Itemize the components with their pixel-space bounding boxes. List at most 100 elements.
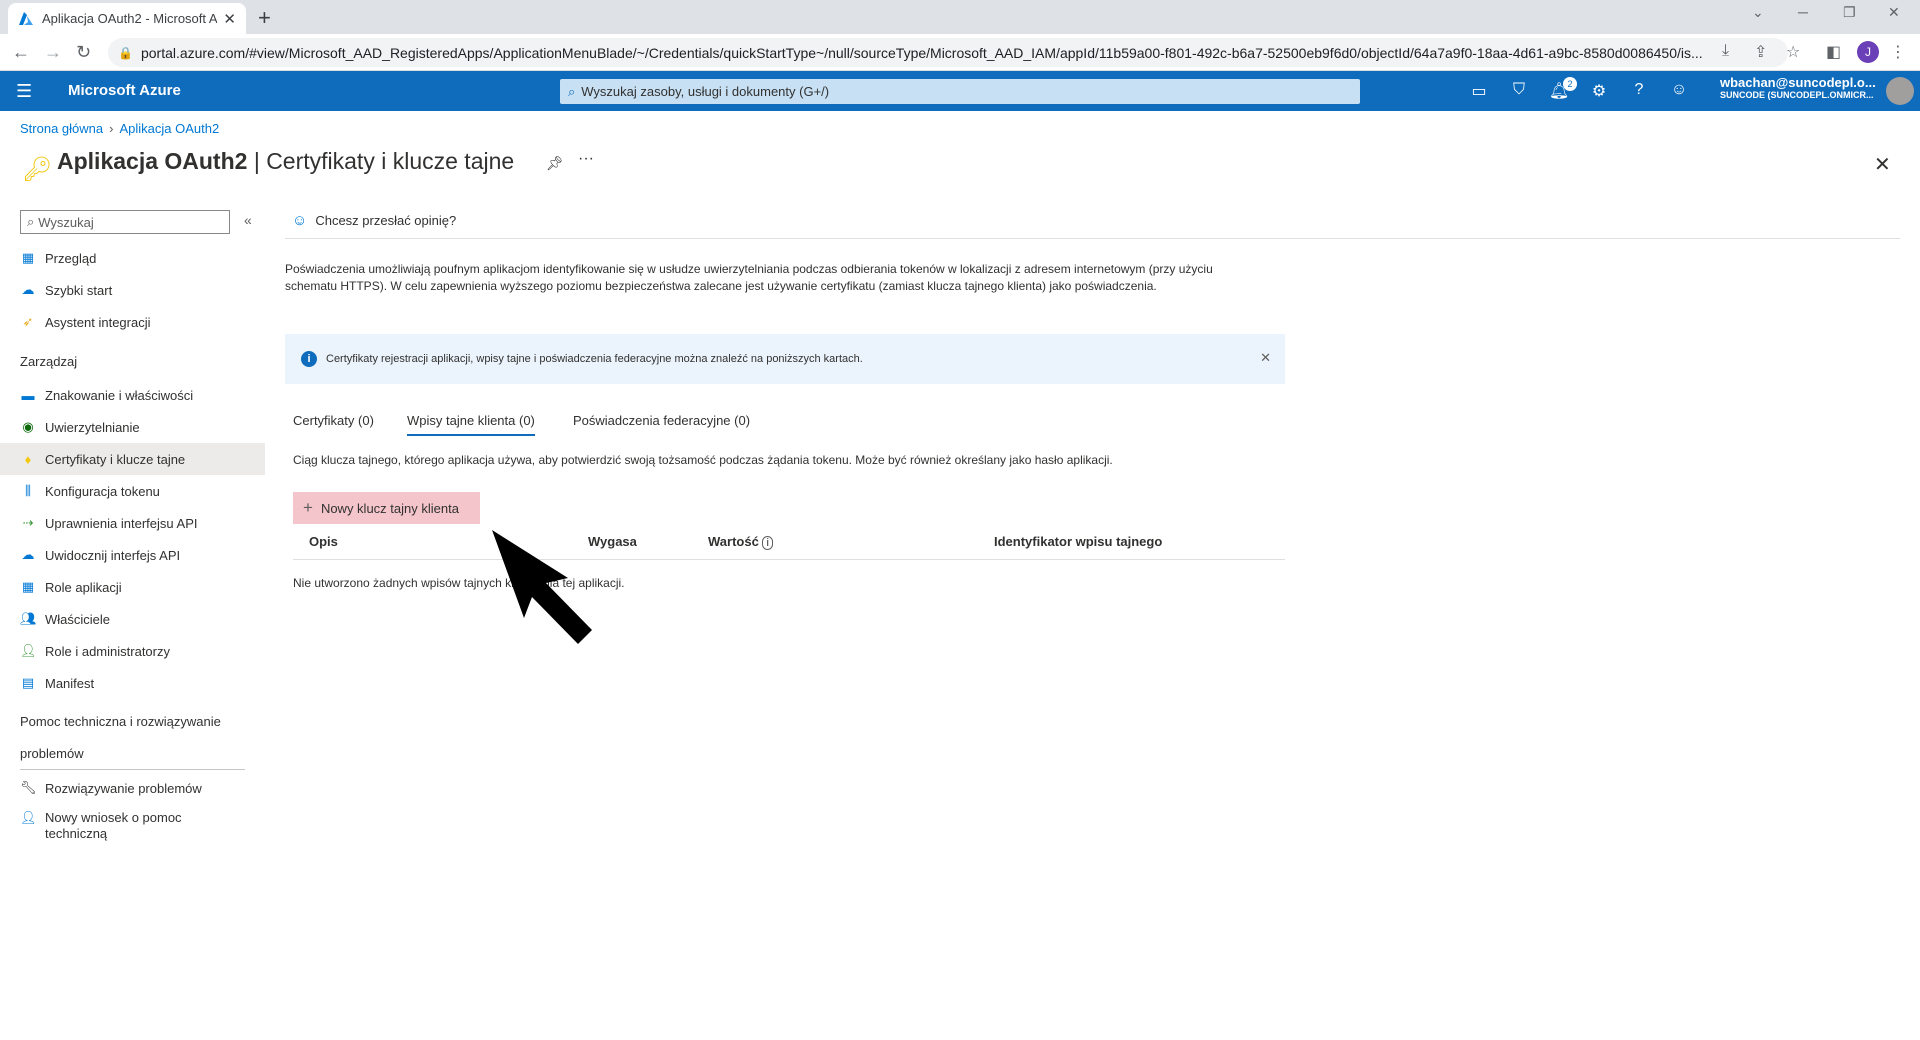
app-roles-icon: ▦ [21,579,35,594]
search-icon: ⌕ [27,214,35,229]
sidebar-item-label: Certyfikaty i klucze tajne [45,451,186,467]
sidebar-item-branding[interactable]: ▬ Znakowanie i właściwości [0,379,265,411]
feedback-label: Chcesz przesłać opinię? [315,213,457,228]
azure-brand[interactable]: Microsoft Azure [68,82,181,99]
sidebar-item-token-config[interactable]: ⫼ Konfiguracja tokenu [0,475,265,507]
tab-search-icon[interactable]: ⌄ [1752,4,1764,21]
install-icon[interactable]: ⤓ [1722,42,1729,60]
sidebar-search-placeholder: Wyszukaj [38,214,94,230]
new-tab-icon[interactable]: + [258,5,271,31]
credentials-description: Poświadczenia umożliwiają poufnym aplika… [285,261,1295,295]
account-name: wbachan@suncodepl.o... [1720,75,1876,90]
side-panel-icon[interactable]: ◧ [1826,42,1841,62]
address-bar-row: ← → ↻ 🔒 portal.azure.com/#view/Microsoft… [0,34,1920,71]
sidebar-item-api-permissions[interactable]: ⇢ Uprawnienia interfejsu API [0,507,265,539]
sidebar-item-label: Przegląd [45,250,97,266]
settings-gear-icon[interactable]: ⚙ [1588,81,1610,101]
column-header-secret-id[interactable]: Identyfikator wpisu tajnego [994,534,1162,549]
authentication-icon: ◉ [22,419,34,434]
share-icon[interactable]: ⇪ [1754,42,1767,62]
more-options-icon[interactable]: ··· [578,150,594,168]
new-client-secret-button[interactable]: + Nowy klucz tajny klienta [293,492,480,524]
api-permissions-icon: ⇢ [22,515,34,530]
column-header-value[interactable]: Wartość i [708,534,773,550]
sidebar-item-label: Nowy wniosek o pomoc [45,810,182,825]
feedback-person-icon[interactable]: ☺ [1668,81,1690,99]
azure-logo-icon [19,11,33,25]
sidebar-item-quickstart[interactable]: ☁ Szybki start [0,274,265,306]
directory-filter-icon[interactable]: ⛉ [1508,81,1530,99]
tab-client-secrets[interactable]: Wpisy tajne klienta (0) [407,413,535,436]
bookmark-star-icon[interactable]: ☆ [1786,42,1800,62]
info-message-bar: i Certyfikaty rejestracji aplikacji, wpi… [285,334,1285,384]
annotation-arrow-icon [492,530,592,644]
column-header-description[interactable]: Opis [309,534,338,549]
help-icon[interactable]: ? [1628,81,1650,99]
search-icon: ⌕ [568,83,576,99]
account-tenant: SUNCODE (SUNCODEPL.ONMICR... [1720,90,1874,100]
browser-menu-icon[interactable]: ⋮ [1890,42,1906,62]
sidebar-item-overview[interactable]: ▦ Przegląd [0,242,265,274]
breadcrumb-app[interactable]: Aplikacja OAuth2 [119,121,219,136]
column-header-value-label: Wartość [708,534,759,549]
sidebar-item-label: Uwierzytelnianie [45,419,140,435]
global-search-input[interactable]: ⌕ Wyszukaj zasoby, usługi i dokumenty (G… [560,79,1360,104]
notification-badge: 2 [1563,77,1577,91]
cloud-shell-icon[interactable]: ▭ [1468,81,1490,101]
sidebar-item-new-support-request[interactable]: 👤︎ Nowy wniosek o pomoc techniczną [0,803,265,851]
sidebar-item-label: Manifest [45,675,95,691]
grid-icon: ▦ [21,250,35,265]
restore-icon[interactable]: ❐ [1843,4,1856,21]
sidebar-item-expose-api[interactable]: ☁ Uwidocznij interfejs API [0,539,265,571]
owners-icon: 👥︎ [20,611,37,626]
sidebar-item-label: Właściciele [45,611,111,627]
sidebar-item-label: Rozwiązywanie problemów [45,780,202,796]
tab-federated-credentials[interactable]: Poświadczenia federacyjne (0) [573,413,750,428]
browser-tab[interactable]: Aplikacja OAuth2 - Microsoft Az ✕ [8,3,246,34]
sidebar-search-input[interactable]: ⌕ Wyszukaj [20,210,230,234]
sidebar-item-troubleshooting[interactable]: 🔧︎ Rozwiązywanie problemów [0,772,265,804]
sidebar-item-label: Uwidocznij interfejs API [45,547,181,563]
reload-icon[interactable]: ↻ [76,42,91,63]
window-close-icon[interactable]: ✕ [1888,4,1900,21]
page-title: Aplikacja OAuth2 | Certyfikaty i klucze … [57,148,514,175]
close-blade-icon[interactable]: ✕ [1874,152,1891,177]
dismiss-icon[interactable]: ✕ [1260,350,1271,366]
profile-avatar[interactable]: J [1857,41,1879,63]
tab-certificates[interactable]: Certyfikaty (0) [293,413,374,428]
forward-icon[interactable]: → [44,42,62,63]
page-title-app: Aplikacja OAuth2 [57,148,248,174]
feedback-link[interactable]: ☺ Chcesz przesłać opinię? [292,212,456,229]
pin-icon[interactable]: 📌︎ [546,155,564,172]
sidebar-item-certificates[interactable]: ♦ Certyfikaty i klucze tajne [0,443,265,475]
account-info[interactable]: wbachan@suncodepl.o... SUNCODE (SUNCODEP… [1720,76,1876,102]
sidebar-item-roles-admins[interactable]: 👤︎ Role i administratorzy [0,635,265,667]
sidebar-item-owners[interactable]: 👥︎ Właściciele [0,603,265,635]
minimize-icon[interactable]: ─ [1798,4,1808,20]
section-support: Pomoc techniczna i rozwiązywanie [20,714,221,729]
collapse-sidebar-icon[interactable]: « [244,212,252,228]
back-icon[interactable]: ← [12,42,30,63]
user-avatar[interactable] [1886,77,1914,105]
browser-tab-bar: Aplikacja OAuth2 - Microsoft Az ✕ + ⌄ ─ … [0,0,1920,34]
close-tab-icon[interactable]: ✕ [223,10,236,28]
description-line: Poświadczenia umożliwiają poufnym aplika… [285,262,1213,276]
sidebar-item-app-roles[interactable]: ▦ Role aplikacji [0,571,265,603]
breadcrumb-home[interactable]: Strona główna [20,121,103,136]
sidebar-item-label-multiline: Nowy wniosek o pomoc techniczną [45,810,182,842]
client-secrets-description: Ciąg klucza tajnego, którego aplikacja u… [293,453,1113,467]
feedback-person-icon: ☺ [292,212,308,229]
url-field[interactable]: 🔒 portal.azure.com/#view/Microsoft_AAD_R… [108,38,1788,67]
portal-menu-icon[interactable]: ☰ [16,81,32,102]
sidebar-item-authentication[interactable]: ◉ Uwierzytelnianie [0,411,265,443]
sidebar-item-manifest[interactable]: ▤ Manifest [0,667,265,699]
info-icon[interactable]: i [762,536,773,550]
sidebar-item-label: Uprawnienia interfejsu API [45,515,198,531]
sidebar-item-label: Szybki start [45,282,113,298]
new-client-secret-label: Nowy klucz tajny klienta [320,500,459,516]
sidebar-item-label: Role aplikacji [45,579,122,595]
cloud-icon: ☁ [21,547,35,562]
description-line: schematu HTTPS). W celu zapewnienia wyżs… [285,279,1157,293]
sidebar-item-integration-assistant[interactable]: ➶ Asystent integracji [0,306,265,338]
azure-top-bar: ☰ Microsoft Azure ⌕ Wyszukaj zasoby, usł… [0,71,1920,111]
